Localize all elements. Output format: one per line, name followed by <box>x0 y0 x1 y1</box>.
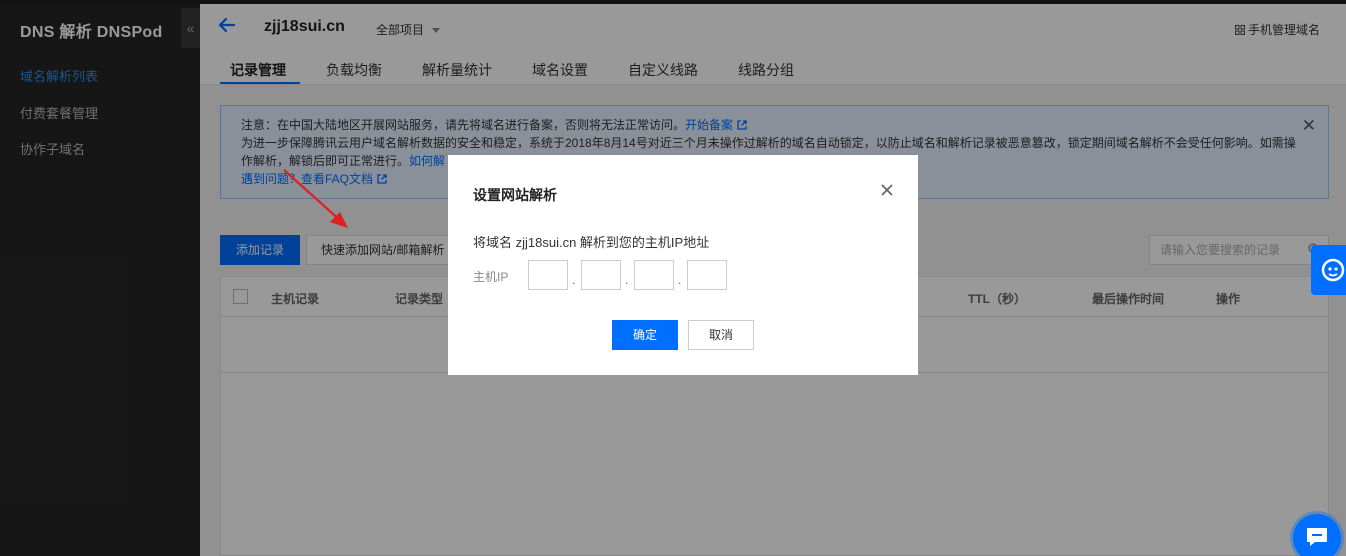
annotation-arrow-icon <box>283 169 348 228</box>
ip-label: 主机IP <box>473 270 509 284</box>
ip-octet-1-input[interactable] <box>528 260 568 290</box>
ip-octet-4-input[interactable] <box>687 260 727 290</box>
cancel-button[interactable]: 取消 <box>688 320 754 350</box>
dialog-title: 设置网站解析 <box>473 187 557 203</box>
ip-octet-2-input[interactable] <box>581 260 621 290</box>
ip-separator: . <box>678 273 682 287</box>
customer-service-widget[interactable] <box>1311 245 1346 295</box>
headset-icon <box>1321 258 1345 282</box>
ip-separator: . <box>572 273 576 287</box>
set-site-resolution-dialog: 设置网站解析 将域名 zjj18sui.cn 解析到您的主机IP地址 主机IP … <box>448 155 918 375</box>
ip-octet-3-input[interactable] <box>634 260 674 290</box>
close-icon[interactable] <box>880 183 894 197</box>
dialog-description: 将域名 zjj18sui.cn 解析到您的主机IP地址 <box>473 235 710 250</box>
chat-bubble-icon <box>1307 528 1327 546</box>
confirm-button[interactable]: 确定 <box>612 320 678 350</box>
ip-separator: . <box>625 273 629 287</box>
chat-widget[interactable] <box>1293 514 1341 556</box>
